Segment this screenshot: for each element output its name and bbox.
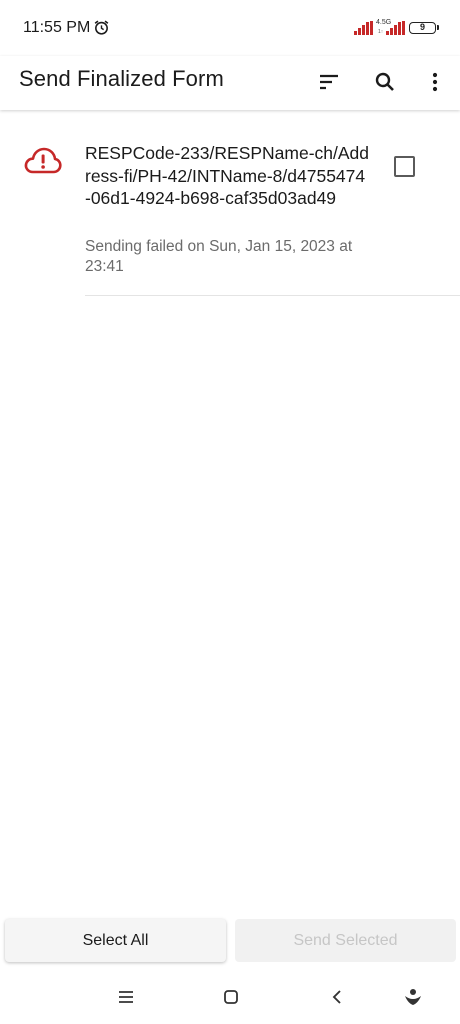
back-button[interactable]: [325, 985, 349, 1009]
app-bar: Send Finalized Form: [0, 56, 460, 110]
signal-strength-icon: [386, 21, 405, 35]
home-icon: [224, 990, 238, 1004]
signal-strength-icon: [354, 21, 373, 35]
form-status: Sending failed on Sun, Jan 15, 2023 at 2…: [85, 238, 353, 275]
select-all-button[interactable]: Select All: [5, 919, 226, 962]
cloud-alert-icon: [24, 147, 62, 174]
more-vert-icon: [432, 72, 438, 92]
home-button[interactable]: [219, 985, 243, 1009]
sort-button[interactable]: [311, 64, 347, 100]
sort-icon: [320, 74, 338, 90]
status-time: 11:55 PM: [23, 19, 91, 36]
status-bar: 11:55 PM 4.5G 1↑ 9: [0, 0, 460, 56]
system-nav-bar: [0, 975, 460, 1024]
list-divider: [85, 295, 460, 296]
send-selected-button[interactable]: Send Selected: [235, 919, 456, 962]
battery-icon: 9: [409, 22, 439, 34]
menu-icon: [119, 991, 133, 1003]
form-title: RESPCode-233/RESPName-ch/Address-fi/PH-4…: [85, 143, 370, 208]
back-icon: [332, 990, 341, 1004]
bottom-action-bar: Select All Send Selected: [0, 919, 460, 965]
more-options-button[interactable]: [417, 64, 453, 100]
recent-apps-button[interactable]: [114, 985, 138, 1009]
assistant-button[interactable]: [401, 985, 425, 1009]
search-button[interactable]: [367, 64, 403, 100]
form-select-checkbox[interactable]: [394, 156, 415, 177]
assistant-icon: [405, 989, 421, 1005]
network-activity-label: 1↑: [378, 29, 384, 35]
battery-level: 9: [419, 22, 425, 32]
alarm-icon: [94, 20, 109, 35]
page-title: Send Finalized Form: [19, 66, 224, 91]
search-icon: [375, 72, 394, 91]
form-list-item[interactable]: RESPCode-233/RESPName-ch/Address-fi/PH-4…: [0, 130, 460, 296]
